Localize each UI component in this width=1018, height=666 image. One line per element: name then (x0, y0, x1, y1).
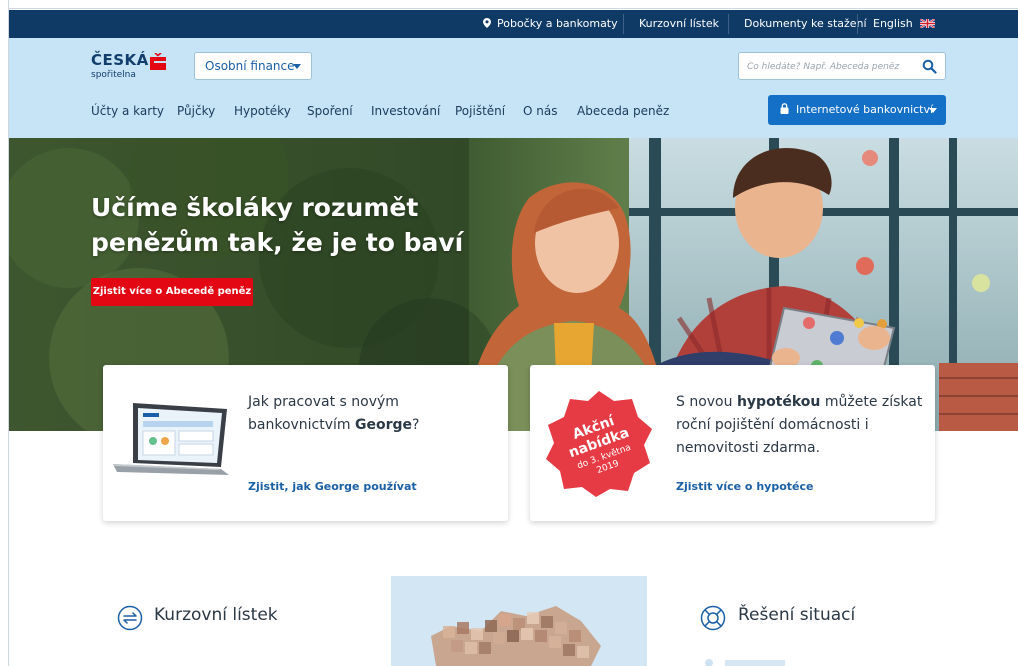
laptop-illustration (113, 403, 229, 475)
situations-list-preview (705, 659, 785, 666)
divider (857, 14, 858, 34)
mortgage-card-text: S novou hypotékou můžete získat roční po… (676, 391, 926, 460)
nav-item-accounts[interactable]: Účty a karty (91, 104, 164, 118)
search-input[interactable] (747, 57, 911, 76)
search-icon[interactable] (922, 59, 937, 74)
exchange-section-title[interactable]: Kurzovní lístek (154, 605, 278, 625)
language-link[interactable]: English (873, 10, 936, 38)
people-mosaic (431, 606, 601, 666)
logo[interactable]: ČESKÁ spořitelna (91, 51, 171, 85)
mortgage-text-before: S novou (676, 394, 737, 410)
chevron-down-icon (293, 64, 301, 69)
branch-map-tile[interactable] (391, 576, 647, 666)
nav-item-mortgages[interactable]: Hypotéky (234, 104, 291, 118)
mortgage-card[interactable]: Akční nabídka do 3. května 2019 S novou … (530, 365, 935, 521)
nav-item-loans[interactable]: Půjčky (177, 104, 215, 118)
george-card[interactable]: Jak pracovat s novým bankovnictvím Georg… (103, 365, 508, 521)
nav-item-insurance[interactable]: Pojištění (455, 104, 505, 118)
browser-frame-top (0, 0, 1018, 9)
documents-link[interactable]: Dokumenty ke stažení (744, 10, 867, 38)
uk-flag-icon (920, 19, 936, 28)
hero-cta-button[interactable]: Zjistit více o Abecedě peněz (91, 278, 253, 306)
browser-frame-left (0, 0, 9, 666)
nav-item-about[interactable]: O nás (523, 104, 557, 118)
lifebuoy-icon (700, 605, 726, 631)
chevron-down-icon (929, 108, 937, 113)
nav-item-savings[interactable]: Spoření (307, 104, 353, 118)
george-text-bold: George (355, 417, 413, 433)
internet-banking-button[interactable]: Internetové bankovnictví (768, 95, 946, 125)
search-box (738, 52, 946, 80)
branches-label: Pobočky a bankomaty (497, 17, 618, 30)
nav-item-abeceda[interactable]: Abeceda peněz (577, 104, 669, 118)
exchange-icon (117, 605, 143, 631)
logo-subword: spořitelna (91, 70, 136, 80)
divider (728, 14, 729, 34)
exchange-link[interactable]: Kurzovní lístek (639, 10, 719, 38)
george-card-text: Jak pracovat s novým bankovnictvím Georg… (248, 391, 498, 437)
sporitelna-s-icon (150, 53, 166, 70)
internet-banking-label: Internetové bankovnictví (796, 103, 934, 116)
site-header: ČESKÁ spořitelna Osobní finance Účty a k… (9, 38, 1018, 138)
lock-icon (780, 103, 789, 114)
segment-label: Osobní finance (205, 59, 295, 73)
mortgage-text-bold: hypotékou (736, 394, 821, 410)
situations-section-title[interactable]: Řešení situací (738, 605, 855, 625)
divider (623, 14, 624, 34)
promo-badge: Akční nabídka do 3. května 2019 (546, 391, 652, 497)
map-pin-icon (483, 18, 491, 28)
nav-item-investing[interactable]: Investování (371, 104, 440, 118)
mortgage-card-link[interactable]: Zjistit více o hypotéce (676, 480, 813, 493)
hero-title: Učíme školáky rozumět penězům tak, že je… (91, 193, 464, 257)
page: Pobočky a bankomaty Kurzovní lístek Doku… (0, 0, 1018, 666)
segment-dropdown[interactable]: Osobní finance (194, 52, 312, 80)
utility-bar: Pobočky a bankomaty Kurzovní lístek Doku… (9, 10, 1018, 38)
george-text-after: ? (412, 417, 420, 433)
logo-word: ČESKÁ (91, 51, 149, 69)
branches-link[interactable]: Pobočky a bankomaty (483, 10, 618, 38)
language-label: English (873, 17, 913, 30)
george-card-link[interactable]: Zjistit, jak George používat (248, 480, 417, 493)
